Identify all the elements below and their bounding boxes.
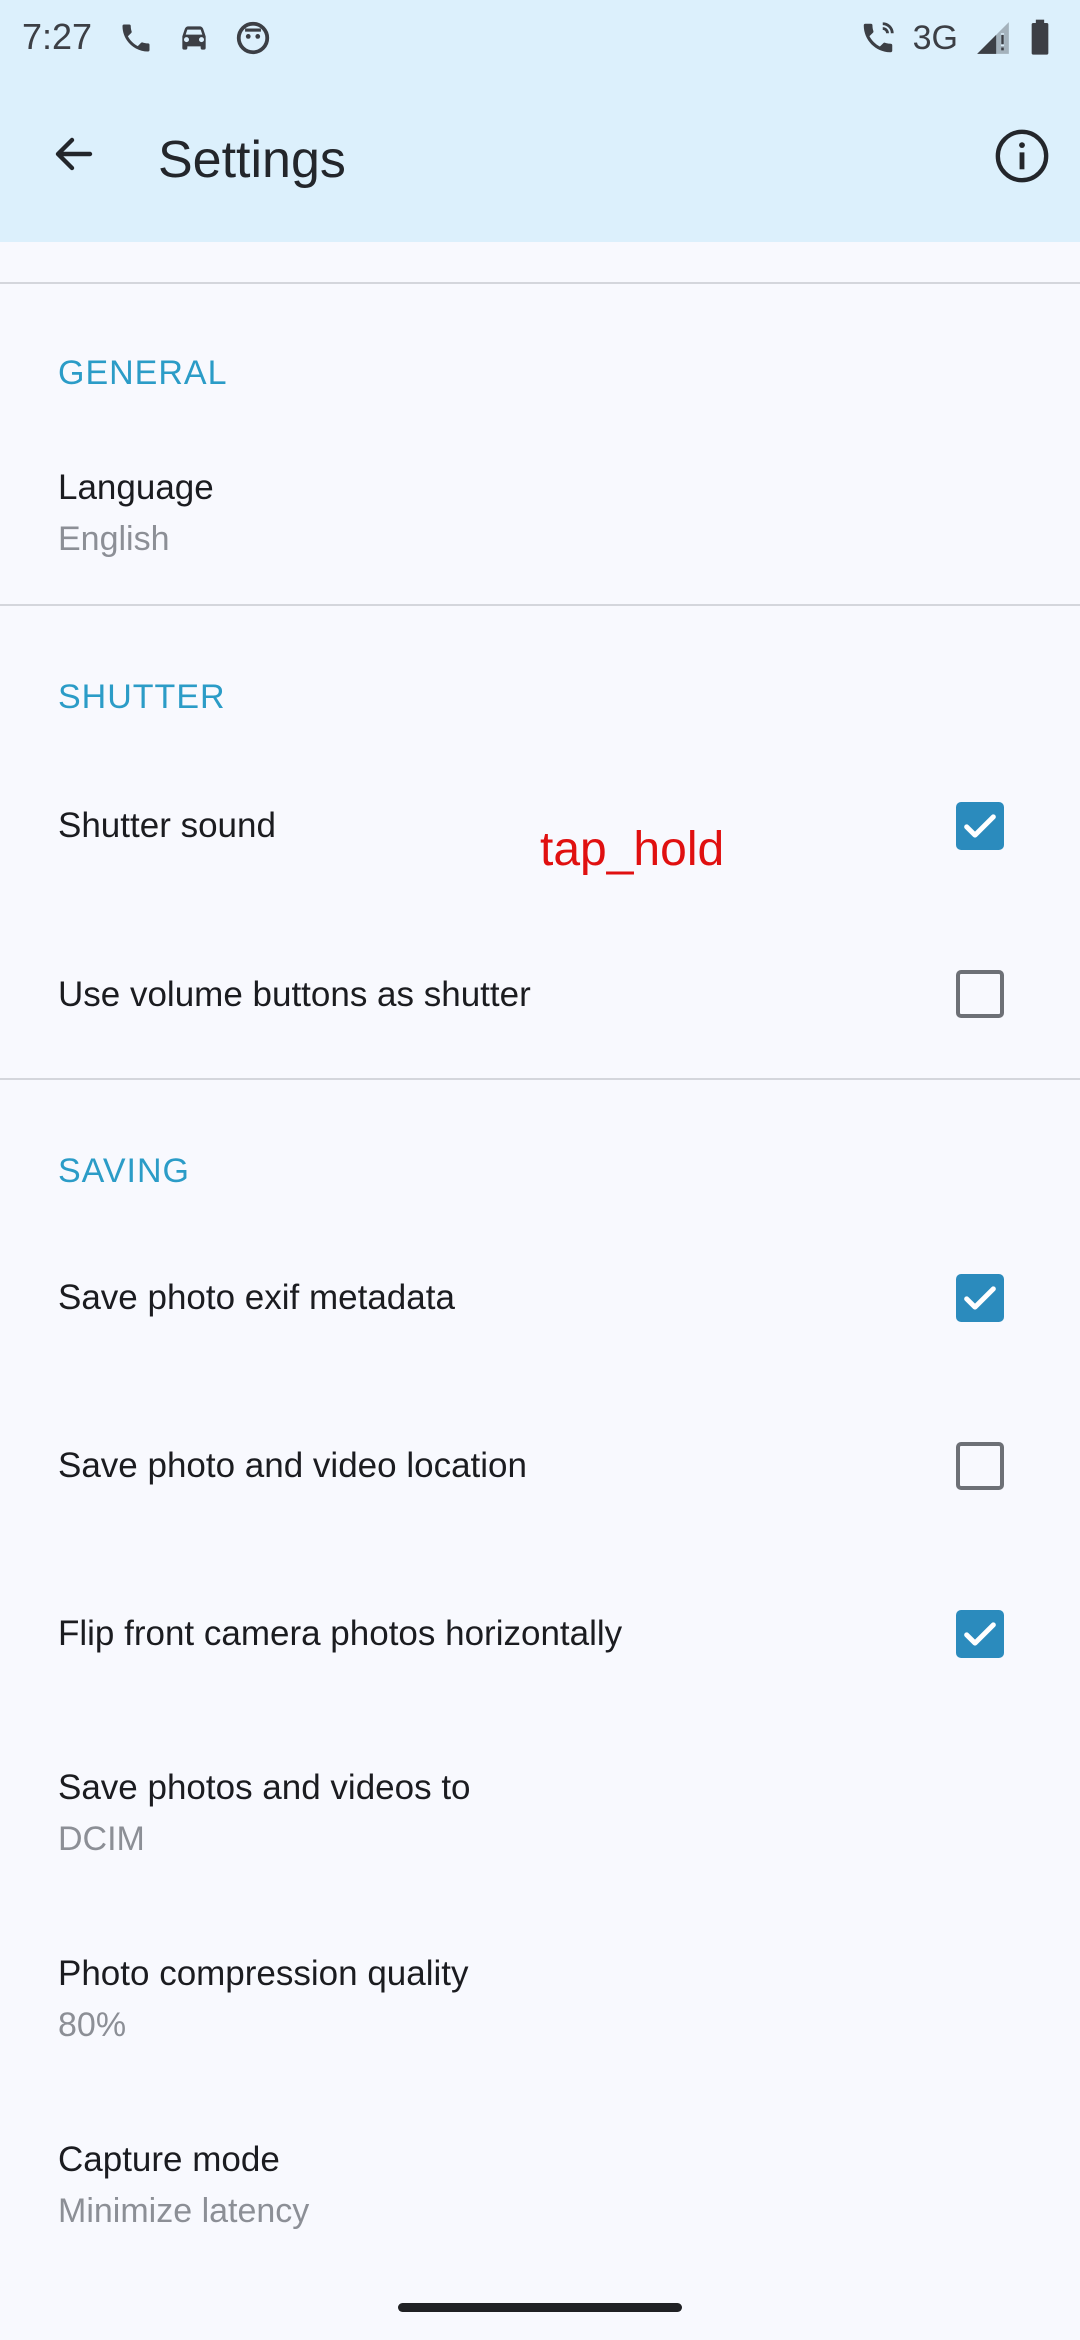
section-header-saving: SAVING: [58, 1152, 190, 1190]
pref-save-exif-title: Save photo exif metadata: [58, 1278, 455, 1317]
pref-shutter-sound-title: Shutter sound: [58, 806, 276, 845]
divider: [0, 1078, 1080, 1080]
phone-icon: [122, 24, 150, 52]
pref-volume-shutter[interactable]: Use volume buttons as shutter: [0, 930, 1080, 1060]
divider: [0, 604, 1080, 606]
page-title: Settings: [158, 131, 346, 189]
pref-compression[interactable]: Photo compression quality 80%: [0, 1926, 1080, 2086]
status-bar: 7:27 3G: [0, 0, 1080, 78]
call-volte-icon: [863, 22, 894, 53]
back-button[interactable]: [40, 120, 108, 188]
network-type: 3G: [912, 18, 958, 57]
section-header-general: GENERAL: [58, 354, 228, 392]
pref-volume-shutter-title: Use volume buttons as shutter: [58, 975, 531, 1014]
arrow-back-icon: [55, 137, 93, 171]
pref-compression-summary: 80%: [58, 2006, 127, 2044]
pref-save-to[interactable]: Save photos and videos to DCIM: [0, 1740, 1080, 1900]
app-bar: Settings: [0, 78, 1080, 242]
car-icon: [182, 26, 206, 50]
signal-icon: [977, 22, 1009, 54]
volume-shutter-checkbox[interactable]: [956, 970, 1004, 1018]
info-icon: [995, 129, 1049, 183]
pref-compression-title: Photo compression quality: [58, 1954, 469, 1993]
pref-capture-mode-summary: Minimize latency: [58, 2192, 310, 2230]
pref-save-location[interactable]: Save photo and video location: [0, 1400, 1080, 1530]
check-icon: [964, 1622, 996, 1646]
pref-capture-mode-title: Capture mode: [58, 2140, 280, 2179]
status-time: 7:27: [22, 16, 93, 57]
action-annotation: tap_hold: [540, 823, 725, 876]
home-indicator[interactable]: [398, 2303, 682, 2312]
save-location-checkbox[interactable]: [956, 1442, 1004, 1490]
status-right-icons: 3G: [859, 18, 1052, 58]
shutter-sound-checkbox[interactable]: [956, 802, 1004, 850]
pref-flip-front-title: Flip front camera photos horizontally: [58, 1614, 623, 1653]
pref-language[interactable]: Language English: [0, 440, 1080, 596]
pref-save-to-summary: DCIM: [58, 1820, 145, 1858]
pref-capture-mode[interactable]: Capture mode Minimize latency: [0, 2112, 1080, 2272]
divider: [0, 282, 1080, 284]
save-exif-checkbox[interactable]: [956, 1274, 1004, 1322]
pref-language-summary: English: [58, 520, 170, 558]
info-button[interactable]: [986, 120, 1058, 192]
check-icon: [964, 1286, 996, 1310]
status-left-icons: [118, 18, 272, 58]
check-icon: [964, 814, 996, 838]
pref-save-to-title: Save photos and videos to: [58, 1768, 471, 1807]
face-icon: [236, 21, 270, 55]
pref-save-exif[interactable]: Save photo exif metadata: [0, 1232, 1080, 1362]
flip-front-checkbox[interactable]: [956, 1610, 1004, 1658]
pref-save-location-title: Save photo and video location: [58, 1446, 527, 1485]
section-header-shutter: SHUTTER: [58, 678, 226, 716]
battery-icon: [1031, 19, 1049, 55]
pref-language-title: Language: [58, 468, 214, 507]
pref-flip-front[interactable]: Flip front camera photos horizontally: [0, 1568, 1080, 1698]
